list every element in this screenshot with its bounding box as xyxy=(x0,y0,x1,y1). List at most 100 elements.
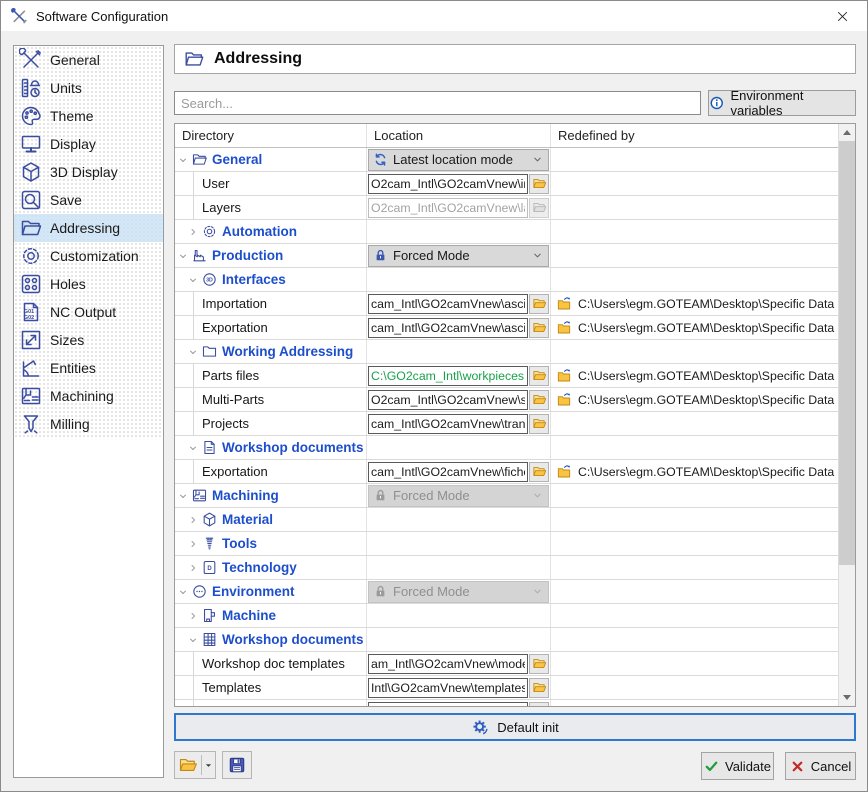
location-input[interactable] xyxy=(368,414,528,434)
table-row[interactable]: General Latest location mode xyxy=(175,148,838,172)
tree-collapsed-icon[interactable] xyxy=(187,226,199,238)
table-row[interactable]: Workshop documents xyxy=(175,436,838,460)
table-row[interactable]: Production Forced Mode xyxy=(175,244,838,268)
location-input[interactable] xyxy=(368,678,528,698)
location-mode-dropdown[interactable]: Forced Mode xyxy=(368,245,549,267)
table-row[interactable]: Templates xyxy=(175,676,838,700)
tree-expanded-icon[interactable] xyxy=(177,586,189,598)
location-input[interactable] xyxy=(368,462,528,482)
table-row[interactable]: Tools xyxy=(175,532,838,556)
sidebar-item-nc-output[interactable]: G01G02NC Output xyxy=(14,298,163,326)
scrollbar-thumb[interactable] xyxy=(839,141,855,565)
tree-section-label[interactable]: Automation xyxy=(222,224,297,239)
tree-section-label[interactable]: Technology xyxy=(222,560,297,575)
sidebar-item-milling[interactable]: Milling xyxy=(14,410,163,438)
browse-folder-button[interactable] xyxy=(529,174,549,194)
browse-folder-button[interactable] xyxy=(529,294,549,314)
tree-section-label[interactable]: General xyxy=(212,152,262,167)
location-input[interactable] xyxy=(368,294,528,314)
table-row[interactable]: Parts filesC:\Users\egm.GOTEAM\Desktop\S… xyxy=(175,364,838,388)
sidebar-item-customization[interactable]: Customization xyxy=(14,242,163,270)
location-input[interactable] xyxy=(368,702,528,707)
open-file-dropdown-arrow[interactable] xyxy=(202,761,215,770)
table-row[interactable]: Working Addressing xyxy=(175,340,838,364)
table-row[interactable]: Workshop doc templates xyxy=(175,652,838,676)
table-row[interactable]: User xyxy=(175,172,838,196)
sidebar-item-theme[interactable]: Theme xyxy=(14,102,163,130)
location-input[interactable] xyxy=(368,654,528,674)
sidebar-item-sizes[interactable]: Sizes xyxy=(14,326,163,354)
close-icon[interactable] xyxy=(827,1,857,31)
sidebar-item-addressing[interactable]: Addressing xyxy=(14,214,163,242)
table-row[interactable]: 3DInterfaces xyxy=(175,268,838,292)
browse-folder-button[interactable] xyxy=(529,678,549,698)
tree-section-label[interactable]: Workshop documents xyxy=(222,440,364,455)
default-init-button[interactable]: Default init xyxy=(174,713,856,741)
environment-variables-button[interactable]: Environment variables xyxy=(708,90,856,116)
table-row[interactable]: MachiningForced Mode xyxy=(175,484,838,508)
browse-folder-button[interactable] xyxy=(529,390,549,410)
table-row[interactable]: Automation xyxy=(175,220,838,244)
scroll-up-icon[interactable] xyxy=(839,124,855,141)
browse-folder-button[interactable] xyxy=(529,318,549,338)
table-row[interactable]: Layers xyxy=(175,196,838,220)
location-input[interactable] xyxy=(368,366,528,386)
vertical-scrollbar[interactable] xyxy=(838,124,855,706)
save-button[interactable] xyxy=(222,751,252,779)
table-row[interactable]: ImportationC:\Users\egm.GOTEAM\Desktop\S… xyxy=(175,292,838,316)
browse-folder-button[interactable] xyxy=(529,366,549,386)
location-input[interactable] xyxy=(368,390,528,410)
sidebar-item-display[interactable]: Display xyxy=(14,130,163,158)
tree-expanded-icon[interactable] xyxy=(187,634,199,646)
tree-expanded-icon[interactable] xyxy=(187,274,199,286)
table-row[interactable]: Projects xyxy=(175,412,838,436)
validate-button[interactable]: Validate xyxy=(701,752,774,780)
tree-section-label[interactable]: Production xyxy=(212,248,283,263)
sidebar-item-entities[interactable]: Entities xyxy=(14,354,163,382)
table-row[interactable]: Machine xyxy=(175,604,838,628)
table-row[interactable]: EnvironmentForced Mode xyxy=(175,580,838,604)
tree-section-label[interactable]: Environment xyxy=(212,584,295,599)
redefined-by-cell xyxy=(551,220,838,243)
tree-section-label[interactable]: Tools xyxy=(222,536,257,551)
table-row[interactable]: Material xyxy=(175,508,838,532)
tree-section-label[interactable]: Machining xyxy=(212,488,279,503)
tree-collapsed-icon[interactable] xyxy=(187,514,199,526)
tree-expanded-icon[interactable] xyxy=(187,442,199,454)
sidebar-item-units[interactable]: Units xyxy=(14,74,163,102)
table-row[interactable]: ExportationC:\Users\egm.GOTEAM\Desktop\S… xyxy=(175,460,838,484)
table-row[interactable]: DTechnology xyxy=(175,556,838,580)
scroll-down-icon[interactable] xyxy=(839,689,855,706)
table-row[interactable]: Multi-PartsC:\Users\egm.GOTEAM\Desktop\S… xyxy=(175,388,838,412)
sidebar-item-general[interactable]: General xyxy=(14,46,163,74)
browse-folder-button[interactable] xyxy=(529,414,549,434)
tree-collapsed-icon[interactable] xyxy=(187,562,199,574)
tree-collapsed-icon[interactable] xyxy=(187,610,199,622)
tree-expanded-icon[interactable] xyxy=(177,154,189,166)
location-input[interactable] xyxy=(368,174,528,194)
sidebar-item-save[interactable]: Save xyxy=(14,186,163,214)
table-row[interactable] xyxy=(175,700,838,706)
browse-folder-button[interactable] xyxy=(529,462,549,482)
tree-collapsed-icon[interactable] xyxy=(187,538,199,550)
tree-section-label[interactable]: Material xyxy=(222,512,273,527)
open-file-split-button[interactable] xyxy=(174,751,216,779)
tree-section-label[interactable]: Machine xyxy=(222,608,276,623)
tree-section-label[interactable]: Workshop documents xyxy=(222,632,364,647)
tree-section-label[interactable]: Working Addressing xyxy=(222,344,353,359)
cancel-button[interactable]: Cancel xyxy=(785,752,856,780)
sidebar-item-3d-display[interactable]: 3D Display xyxy=(14,158,163,186)
location-input[interactable] xyxy=(368,318,528,338)
tree-expanded-icon[interactable] xyxy=(187,346,199,358)
sidebar-item-holes[interactable]: Holes xyxy=(14,270,163,298)
tree-expanded-icon[interactable] xyxy=(177,250,189,262)
search-input[interactable] xyxy=(174,91,701,115)
tree-expanded-icon[interactable] xyxy=(177,490,189,502)
browse-folder-button[interactable] xyxy=(529,702,549,707)
table-row[interactable]: ExportationC:\Users\egm.GOTEAM\Desktop\S… xyxy=(175,316,838,340)
tree-section-label[interactable]: Interfaces xyxy=(222,272,286,287)
sidebar-item-machining[interactable]: Machining xyxy=(14,382,163,410)
browse-folder-button[interactable] xyxy=(529,654,549,674)
table-row[interactable]: Workshop documents xyxy=(175,628,838,652)
location-mode-dropdown[interactable]: Latest location mode xyxy=(368,149,549,171)
